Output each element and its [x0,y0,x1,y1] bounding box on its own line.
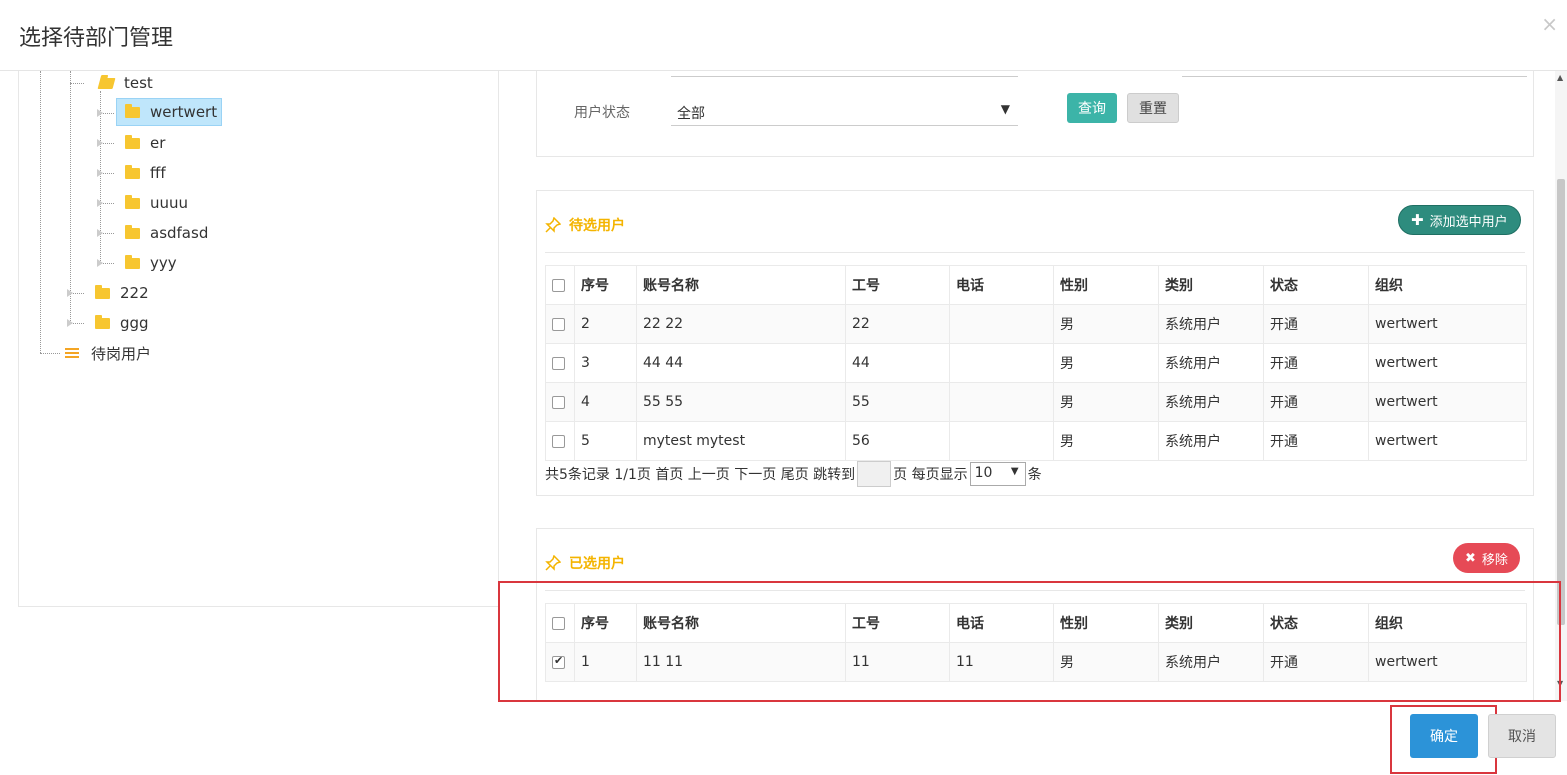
tree-guide-line [40,71,41,353]
remove-button[interactable]: ✖ 移除 [1453,543,1520,573]
expand-icon[interactable] [97,109,103,117]
expand-icon[interactable] [97,229,103,237]
dialog-title: 选择待部门管理 [19,26,174,51]
page-jump-input[interactable] [857,461,892,487]
pager: 共5条记录 1/1页 首页 上一页 下一页 尾页 跳转到 页 每页显示 10 ▼… [545,461,1042,487]
pager-next-link[interactable]: 下一页 [734,464,776,484]
row-checkbox[interactable] [545,343,575,383]
reset-button[interactable]: 重置 [1127,93,1179,123]
pager-last-link[interactable]: 尾页 [781,464,809,484]
folder-icon [125,224,140,239]
table-row[interactable]: 3 44 44 44 男 系统用户 开通 wertwert [545,343,1527,383]
status-select[interactable]: 全部 ▼ [671,100,1018,126]
table-row[interactable]: 4 55 55 55 男 系统用户 开通 wertwert [545,382,1527,422]
confirm-button[interactable]: 确定 [1410,714,1478,758]
pending-users-panel: 待选用户 ✚ 添加选中用户 序号 账号名称 工号 电话 性别 类别 状态 组织 … [536,190,1534,496]
table-row[interactable]: 2 22 22 22 男 系统用户 开通 wertwert [545,304,1527,344]
expand-icon[interactable] [97,169,103,177]
selected-title: 已选用户 [545,553,625,573]
tree-node-fff[interactable]: fff [117,159,166,187]
expand-icon[interactable] [97,199,103,207]
pushpin-icon [545,554,562,571]
folder-icon [95,284,110,299]
folder-icon [125,194,140,209]
expand-icon[interactable] [67,289,73,297]
expand-icon[interactable] [97,259,103,267]
dialog-header: 选择待部门管理 × [0,0,1567,71]
expand-icon[interactable] [97,139,103,147]
tree-guide-line [70,71,71,323]
pager-first-link[interactable]: 首页 [655,464,683,484]
tree-node-er[interactable]: er [117,129,165,157]
highlight-box-selected-table [498,581,1561,702]
pager-prev-link[interactable]: 上一页 [688,464,730,484]
list-icon [65,347,79,359]
close-icon: ✖ [1465,550,1476,566]
tree-node-222[interactable]: 222 [87,279,149,307]
search-panel: 用户状态 全部 ▼ 查询 重置 [536,71,1534,157]
tree-node-test[interactable]: test [91,69,153,97]
add-selected-users-button[interactable]: ✚ 添加选中用户 [1398,205,1521,235]
folder-icon [125,103,140,118]
status-label: 用户状态 [574,105,630,121]
plus-icon: ✚ [1411,211,1424,229]
tree-node-ggg[interactable]: ggg [87,309,149,337]
folder-icon [125,254,140,269]
close-icon[interactable]: × [1541,12,1558,36]
table-row[interactable]: 5 mytest mytest 56 男 系统用户 开通 wertwert [545,421,1527,461]
tree-node-wertwert[interactable]: wertwert [116,98,223,126]
table-header-row: 序号 账号名称 工号 电话 性别 类别 状态 组织 [545,265,1527,305]
tree-node-uuuu[interactable]: uuuu [117,189,188,217]
folder-open-icon [97,77,116,89]
scroll-up-icon[interactable]: ▲ [1557,73,1563,82]
per-page-select[interactable]: 10 ▼ [969,462,1026,486]
tree-node-idle-users[interactable]: 待岗用户 [61,339,151,367]
caret-down-icon: ▼ [1010,466,1019,477]
pending-users-table: 序号 账号名称 工号 电话 性别 类别 状态 组织 2 22 22 22 男 系… [545,265,1527,461]
tree-node-asdfasd[interactable]: asdfasd [117,219,208,247]
pending-title: 待选用户 [545,215,625,235]
folder-icon [95,314,110,329]
query-button[interactable]: 查询 [1067,93,1117,123]
row-checkbox[interactable] [545,382,575,422]
department-tree: test wertwert er fff uuuu asdfasd yyy 22… [18,71,499,607]
folder-icon [125,164,140,179]
caret-down-icon: ▼ [1000,102,1010,116]
expand-icon[interactable] [67,319,73,327]
cancel-button[interactable]: 取消 [1488,714,1556,758]
tree-node-yyy[interactable]: yyy [117,249,177,277]
folder-icon [125,134,140,149]
row-checkbox[interactable] [545,421,575,461]
row-checkbox[interactable] [545,304,575,344]
scrollbar-thumb[interactable] [1557,179,1565,625]
select-all-checkbox[interactable] [545,265,575,305]
pushpin-icon [545,216,562,233]
